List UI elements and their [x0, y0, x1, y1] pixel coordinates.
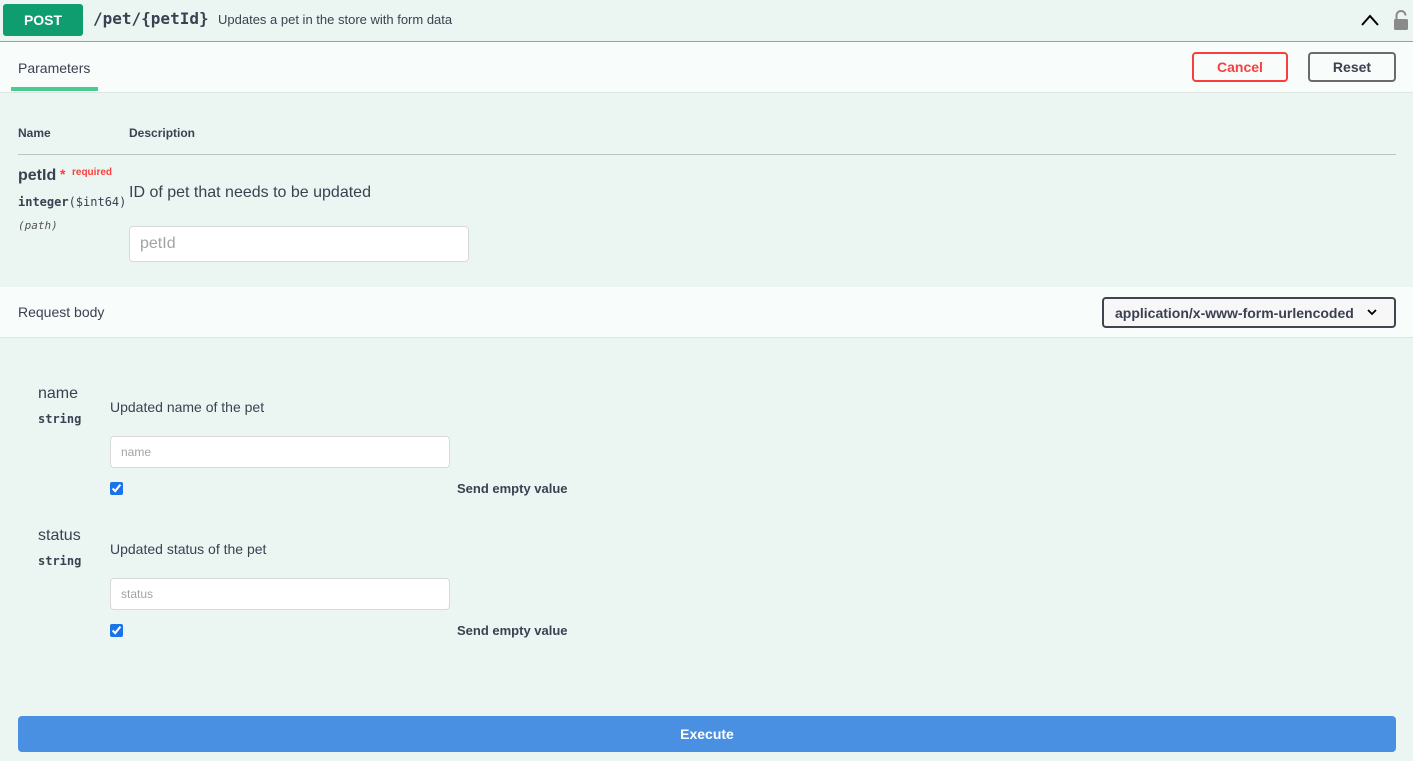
param-description: ID of pet that needs to be updated [129, 184, 371, 201]
operation-header[interactable] [0, 0, 1413, 42]
status-send-empty-label: Send empty value [457, 623, 568, 638]
operation-path: /pet/{petId} [93, 9, 209, 28]
request-body-label: Request body [18, 304, 105, 320]
lock-icon[interactable] [1392, 9, 1410, 31]
field-status-description: Updated status of the pet [110, 541, 267, 557]
param-format: ($int64) [68, 195, 127, 209]
cancel-button[interactable]: Cancel [1192, 52, 1288, 82]
chevron-down-icon [1367, 309, 1377, 316]
status-send-empty-checkbox[interactable] [110, 624, 123, 637]
reset-button[interactable]: Reset [1308, 52, 1396, 82]
operation-summary: Updates a pet in the store with form dat… [218, 12, 453, 27]
tab-active-indicator [11, 87, 98, 91]
chevron-up-icon[interactable] [1360, 12, 1380, 28]
name-send-empty-checkbox[interactable] [110, 482, 123, 495]
content-type-value: application/x-www-form-urlencoded [1115, 304, 1354, 321]
param-location: (path) [18, 219, 58, 232]
required-star: * [60, 166, 66, 182]
field-name-label: name [38, 385, 79, 402]
name-send-empty-label: Send empty value [457, 481, 568, 496]
petid-input[interactable] [129, 226, 469, 262]
tab-parameters[interactable]: Parameters [18, 60, 90, 76]
param-type-name: integer [18, 195, 69, 209]
field-status-label: status [38, 527, 81, 544]
field-name-description: Updated name of the pet [110, 399, 265, 415]
content-type-select[interactable]: application/x-www-form-urlencoded [1102, 297, 1396, 328]
execute-button[interactable]: Execute [18, 716, 1396, 752]
col-header-description: Description [129, 126, 196, 140]
name-input[interactable] [110, 436, 450, 468]
method-badge: POST [3, 4, 83, 36]
field-status-type: string [38, 554, 82, 568]
col-header-name: Name [18, 126, 51, 140]
status-input[interactable] [110, 578, 450, 610]
table-header-divider [18, 154, 1396, 155]
required-label: required [72, 167, 113, 178]
param-type: integer($int64) [18, 195, 126, 209]
field-name-type: string [38, 412, 82, 426]
param-name: petId [18, 167, 57, 184]
